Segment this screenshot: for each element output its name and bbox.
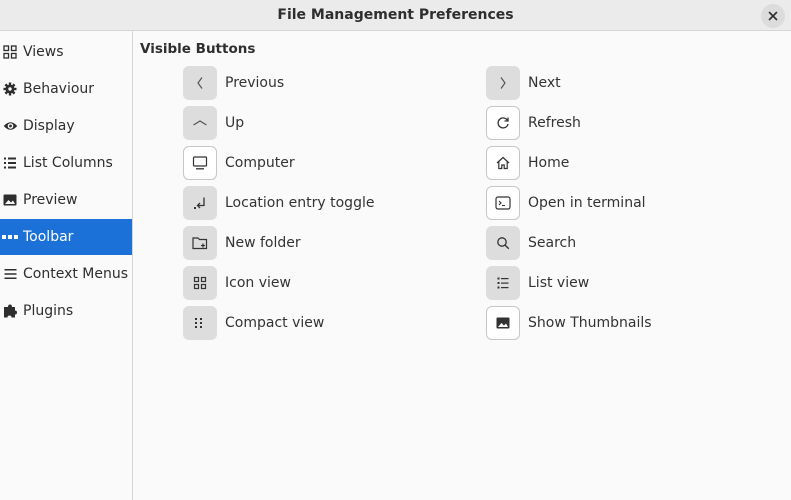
home-icon [496,156,510,170]
sidebar-item-label: Behaviour [23,81,95,97]
location-entry-toggle-button[interactable] [183,186,217,220]
search-icon [497,237,510,250]
toolbar-settings-panel: Visible Buttons Previous Next Up Refresh… [134,31,791,500]
new-folder-icon [192,237,208,250]
thumbnails-toggle-button[interactable] [486,306,520,340]
chevron-right-icon [500,77,506,89]
computer-icon [192,156,208,170]
button-label: Up [225,115,245,131]
computer-toggle-button[interactable] [183,146,217,180]
icon-view-icon [193,276,207,290]
toggle-icon-view[interactable]: Icon view [183,265,291,301]
sidebar-item-behaviour[interactable]: Behaviour [0,71,132,107]
toggle-next[interactable]: Next [486,65,561,101]
refresh-icon [497,117,509,129]
image-icon [2,192,18,208]
previous-toggle-button[interactable] [183,66,217,100]
chevron-up-icon [193,120,207,126]
sidebar-item-preview[interactable]: Preview [0,182,132,218]
terminal-icon [495,196,511,210]
toggle-new-folder[interactable]: New folder [183,225,301,261]
compact-view-icon [195,318,202,328]
thumbnails-icon [496,317,510,329]
button-label: Open in terminal [528,195,646,211]
location-entry-icon [194,197,205,209]
sidebar-item-context-menus[interactable]: Context Menus [0,256,132,292]
new-folder-toggle-button[interactable] [183,226,217,260]
compact-view-toggle-button[interactable] [183,306,217,340]
toggle-open-terminal[interactable]: Open in terminal [486,185,646,221]
eye-icon [2,118,18,134]
sidebar-item-plugins[interactable]: Plugins [0,293,132,329]
toggle-home[interactable]: Home [486,145,569,181]
sidebar-item-label: Views [23,44,64,60]
button-label: Home [528,155,570,171]
chevron-left-icon [197,77,203,89]
search-toggle-button[interactable] [486,226,520,260]
toggle-search[interactable]: Search [486,225,576,261]
button-label: Location entry toggle [225,195,375,211]
title-bar: File Management Preferences [0,0,791,31]
window-title: File Management Preferences [277,7,514,23]
list-view-toggle-button[interactable] [486,266,520,300]
button-label: Search [528,235,577,251]
toggle-list-view[interactable]: List view [486,265,589,301]
close-button[interactable] [761,4,785,28]
section-title: Visible Buttons [140,41,256,57]
sidebar-item-label: Preview [23,192,78,208]
button-label: List view [528,275,590,291]
button-label: Computer [225,155,295,171]
toggle-location-entry[interactable]: Location entry toggle [183,185,374,221]
gear-icon [2,81,18,97]
button-label: New folder [225,235,301,251]
sidebar-item-label: Plugins [23,303,74,319]
toggle-previous[interactable]: Previous [183,65,284,101]
terminal-toggle-button[interactable] [486,186,520,220]
button-label: Previous [225,75,285,91]
toolbar-icon [2,229,18,245]
refresh-toggle-button[interactable] [486,106,520,140]
sidebar-item-views[interactable]: Views [0,34,132,70]
list-columns-icon [2,155,18,171]
toggle-refresh[interactable]: Refresh [486,105,581,141]
preferences-window: File Management Preferences Views Behavi… [0,0,791,500]
close-icon [768,11,778,21]
list-view-icon [497,277,509,289]
icon-view-toggle-button[interactable] [183,266,217,300]
puzzle-icon [2,303,18,319]
toggle-compact-view[interactable]: Compact view [183,305,324,341]
sidebar-item-label: Context Menus [23,266,129,282]
button-label: Icon view [225,275,291,291]
toggle-computer[interactable]: Computer [183,145,295,181]
button-label: Compact view [225,315,325,331]
up-toggle-button[interactable] [183,106,217,140]
button-label: Refresh [528,115,581,131]
grid-icon [2,44,18,60]
toggle-show-thumbnails[interactable]: Show Thumbnails [486,305,652,341]
sidebar: Views Behaviour Display List Columns Pre… [0,31,133,500]
sidebar-item-display[interactable]: Display [0,108,132,144]
sidebar-item-label: Display [23,118,75,134]
toggle-up[interactable]: Up [183,105,244,141]
sidebar-item-list-columns[interactable]: List Columns [0,145,132,181]
home-toggle-button[interactable] [486,146,520,180]
menu-icon [2,266,18,282]
sidebar-item-label: List Columns [23,155,113,171]
button-label: Next [528,75,561,91]
sidebar-item-label: Toolbar [23,229,74,245]
sidebar-item-toolbar[interactable]: Toolbar [0,219,132,255]
next-toggle-button[interactable] [486,66,520,100]
button-label: Show Thumbnails [528,315,652,331]
